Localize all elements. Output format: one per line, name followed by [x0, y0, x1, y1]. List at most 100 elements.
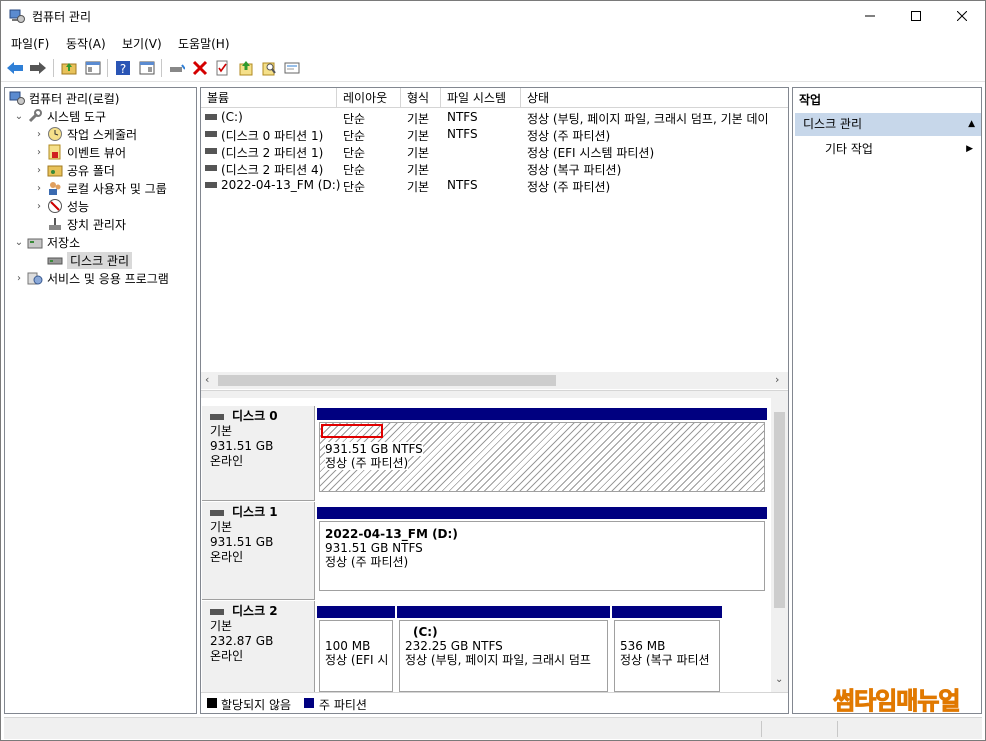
menu-action[interactable]: 동작(A)	[66, 35, 106, 52]
partition-body: 931.51 GB NTFS 정상 (주 파티션)	[319, 422, 765, 492]
open-button[interactable]	[236, 58, 256, 78]
column-header-type[interactable]: 형식	[401, 88, 441, 108]
tree-label: 서비스 및 응용 프로그램	[47, 271, 169, 286]
disk-icon	[210, 608, 224, 615]
volume-row[interactable]: (디스크 2 파티션 4) 단순 기본 정상 (복구 파티션)	[201, 160, 788, 177]
menu-view[interactable]: 보기(V)	[122, 35, 162, 52]
tree-label: 작업 스케줄러	[67, 127, 138, 142]
connect-drive-button[interactable]	[167, 58, 187, 78]
close-button[interactable]	[939, 1, 985, 31]
performance-icon	[48, 199, 62, 213]
back-button[interactable]	[5, 58, 25, 78]
partition-status: 정상 (주 파티션)	[325, 456, 409, 470]
show-hide-tree-button[interactable]	[83, 58, 103, 78]
menu-bar: 파일(F) 동작(A) 보기(V) 도움말(H)	[1, 32, 985, 54]
chevron-down-icon[interactable]: ⌄	[13, 111, 25, 122]
up-folder-button[interactable]	[59, 58, 79, 78]
column-header-status[interactable]: 상태	[521, 88, 788, 108]
toolbar-separator	[107, 59, 108, 77]
help-button[interactable]: ?	[113, 58, 133, 78]
menu-help[interactable]: 도움말(H)	[178, 35, 230, 52]
disk-name: 디스크 1	[232, 505, 278, 519]
search-button[interactable]	[259, 58, 279, 78]
tree-item-disk-management[interactable]: 디스크 관리	[45, 251, 133, 269]
tree-item-event-viewer[interactable]: › 이벤트 뷰어	[33, 143, 126, 161]
chevron-right-icon[interactable]: ›	[33, 165, 45, 176]
partition-size: 536 MB	[620, 639, 666, 653]
pane-splitter[interactable]	[201, 390, 788, 398]
actions-pane: 작업 디스크 관리 ▲ 기타 작업 ▶	[792, 87, 982, 714]
tree-item-device-manager[interactable]: 장치 관리자	[45, 215, 126, 233]
menu-file[interactable]: 파일(F)	[11, 35, 49, 52]
delete-button[interactable]	[190, 58, 210, 78]
partition-bar	[317, 606, 395, 618]
column-header-volume[interactable]: 볼륨	[201, 88, 337, 108]
up-folder-icon	[61, 63, 77, 75]
chevron-right-icon[interactable]: ›	[33, 201, 45, 212]
volume-type: 기본	[407, 146, 430, 160]
tree-item-task-scheduler[interactable]: › 작업 스케줄러	[33, 125, 137, 143]
tree-label: 시스템 도구	[47, 109, 107, 124]
tree-item-shared-folders[interactable]: › 공유 폴더	[33, 161, 115, 179]
tree-item-root[interactable]: 컴퓨터 관리(로컬)	[7, 89, 119, 107]
legend: 할당되지 않음 주 파티션	[201, 692, 788, 713]
volume-name: (디스크 0 파티션 1)	[221, 129, 324, 143]
tree-item-performance[interactable]: › 성능	[33, 197, 89, 215]
volume-status: 정상 (EFI 시스템 파티션)	[527, 146, 655, 160]
submenu-arrow-icon: ▶	[966, 144, 973, 154]
forward-button[interactable]	[28, 58, 48, 78]
volume-type: 기본	[407, 163, 430, 177]
tree-label: 이벤트 뷰어	[67, 145, 127, 160]
scroll-left-icon[interactable]: ‹	[205, 373, 209, 386]
volume-row[interactable]: 2022-04-13_FM (D:) 단순 기본 NTFS 정상 (주 파티션)	[201, 177, 788, 194]
shared-folder-icon	[47, 165, 63, 177]
disk-label-1[interactable]: 디스크 1 기본 931.51 GB 온라인	[202, 502, 315, 600]
tree-label: 장치 관리자	[67, 217, 127, 232]
actions-more[interactable]: 기타 작업 ▶	[793, 138, 981, 160]
dialog-button[interactable]	[282, 58, 302, 78]
disk-label-0[interactable]: 디스크 0 기본 931.51 GB 온라인	[202, 406, 315, 501]
scroll-down-icon[interactable]: ⌄	[775, 674, 783, 685]
show-hide-action-button[interactable]	[137, 58, 157, 78]
tree-item-system-tools[interactable]: ⌄ 시스템 도구	[13, 107, 106, 125]
tree-item-storage[interactable]: ⌄ 저장소	[13, 233, 80, 251]
partition-disk2-1[interactable]: 100 MB 정상 (EFI 시	[317, 606, 395, 692]
show-hide-action-icon	[139, 61, 155, 75]
volume-row[interactable]: (디스크 2 파티션 1) 단순 기본 정상 (EFI 시스템 파티션)	[201, 143, 788, 160]
maximize-button[interactable]	[893, 1, 939, 31]
column-header-filesystem[interactable]: 파일 시스템	[441, 88, 521, 108]
chevron-right-icon[interactable]: ›	[13, 273, 25, 284]
tree-item-local-users[interactable]: › 로컬 사용자 및 그룹	[33, 179, 167, 197]
scroll-right-icon[interactable]: ›	[775, 373, 779, 386]
tree-item-services-apps[interactable]: › 서비스 및 응용 프로그램	[13, 269, 169, 287]
chevron-right-icon[interactable]: ›	[33, 129, 45, 140]
tools-icon	[28, 109, 42, 123]
partition-disk2-3[interactable]: 536 MB 정상 (복구 파티션	[612, 606, 722, 692]
volume-row[interactable]: (디스크 0 파티션 1) 단순 기본 NTFS 정상 (주 파티션)	[201, 126, 788, 143]
chevron-down-icon[interactable]: ⌄	[13, 237, 25, 248]
disk-map: 디스크 0 기본 931.51 GB 온라인 931.51 GB NTFS 정상…	[201, 398, 788, 692]
column-header-layout[interactable]: 레이아웃	[337, 88, 401, 108]
partition-disk2-2[interactable]: (C:) 232.25 GB NTFS 정상 (부팅, 페이지 파일, 크래시 …	[397, 606, 610, 692]
partition-size: 931.51 GB NTFS	[325, 442, 423, 456]
volume-row[interactable]: (C:) 단순 기본 NTFS 정상 (부팅, 페이지 파일, 크래시 덤프, …	[201, 109, 788, 126]
minimize-button[interactable]	[847, 1, 893, 31]
horizontal-scrollbar[interactable]: ‹ ›	[201, 372, 788, 389]
disk-label-2[interactable]: 디스크 2 기본 232.87 GB 온라인	[202, 601, 315, 692]
chevron-right-icon[interactable]: ›	[33, 183, 45, 194]
collapse-up-icon[interactable]: ▲	[968, 113, 975, 136]
properties-button[interactable]	[212, 58, 232, 78]
device-manager-icon	[49, 218, 61, 230]
disk-icon	[47, 257, 63, 265]
partition-disk1-1[interactable]: 2022-04-13_FM (D:) 931.51 GB NTFS 정상 (주 …	[317, 507, 767, 593]
disk-kind: 기본	[210, 424, 233, 438]
chevron-right-icon[interactable]: ›	[33, 147, 45, 158]
vertical-scrollbar[interactable]: ⌄	[771, 398, 788, 692]
close-icon	[957, 11, 967, 21]
volume-list-header: 볼륨 레이아웃 형식 파일 시스템 상태	[201, 88, 788, 108]
actions-section-disk-management[interactable]: 디스크 관리 ▲	[795, 113, 981, 136]
actions-section-label: 디스크 관리	[803, 117, 863, 131]
partition-disk0-1[interactable]: 931.51 GB NTFS 정상 (주 파티션)	[317, 408, 767, 494]
scroll-thumb[interactable]	[218, 375, 556, 386]
scroll-thumb[interactable]	[774, 412, 785, 608]
